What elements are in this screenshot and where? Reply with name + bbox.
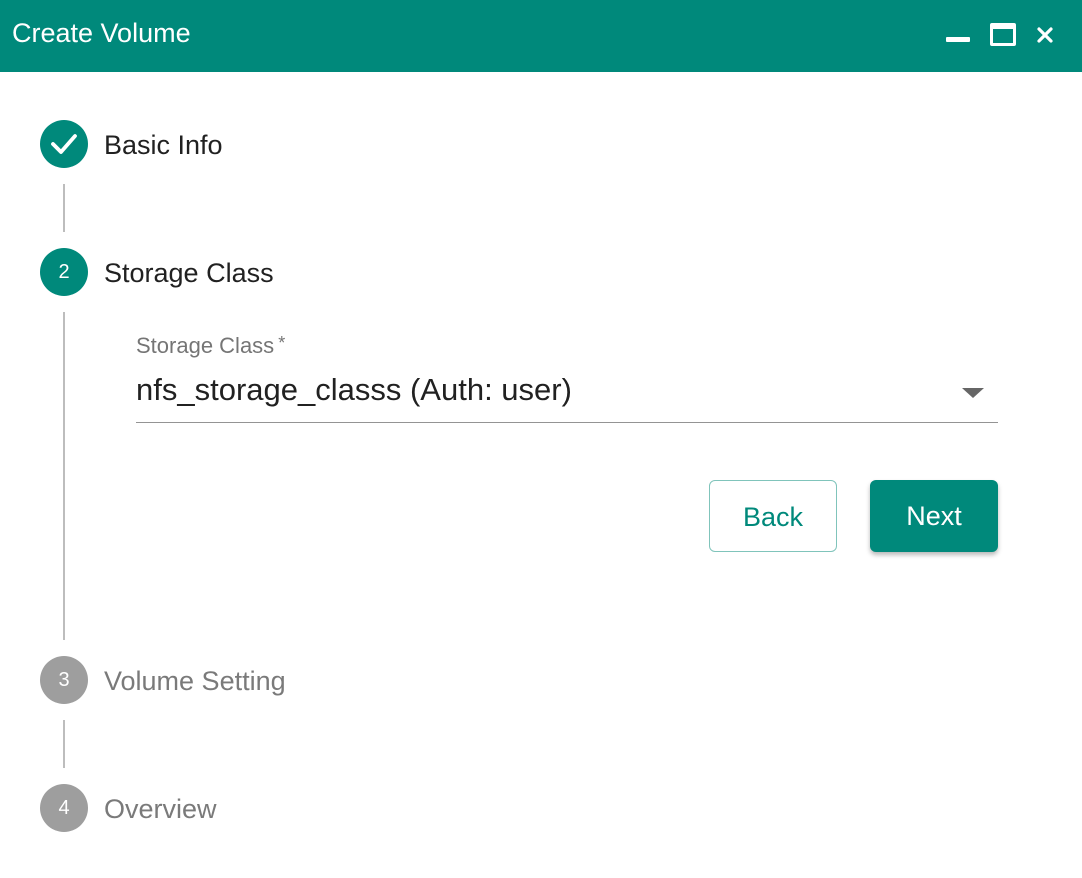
step-2-number: 2 [40,248,88,296]
step-connector [63,720,65,768]
required-marker: * [278,333,286,353]
dropdown-arrow-icon [962,388,984,398]
step-1-complete-circle [40,120,88,168]
step-2-label: Storage Class [104,258,274,288]
next-button[interactable]: Next [870,480,998,552]
step-3-number: 3 [40,656,88,704]
step-connector [63,312,65,640]
window-title: Create Volume [12,18,191,48]
maximize-icon[interactable] [986,18,1020,52]
close-icon[interactable] [1028,18,1062,52]
step-4-label: Overview [104,794,217,824]
storage-class-label: Storage Class * [136,333,286,358]
back-button[interactable]: Back [709,480,837,552]
minimize-icon[interactable] [941,18,975,52]
storage-class-value: nfs_storage_classs (Auth: user) [136,372,572,407]
step-1-label: Basic Info [104,130,223,160]
check-icon [51,134,77,154]
title-bar: Create Volume [0,0,1082,72]
step-4-number: 4 [40,784,88,832]
step-connector [63,184,65,232]
step-3-label: Volume Setting [104,666,286,696]
storage-class-select[interactable]: nfs_storage_classs (Auth: user) [136,364,998,423]
